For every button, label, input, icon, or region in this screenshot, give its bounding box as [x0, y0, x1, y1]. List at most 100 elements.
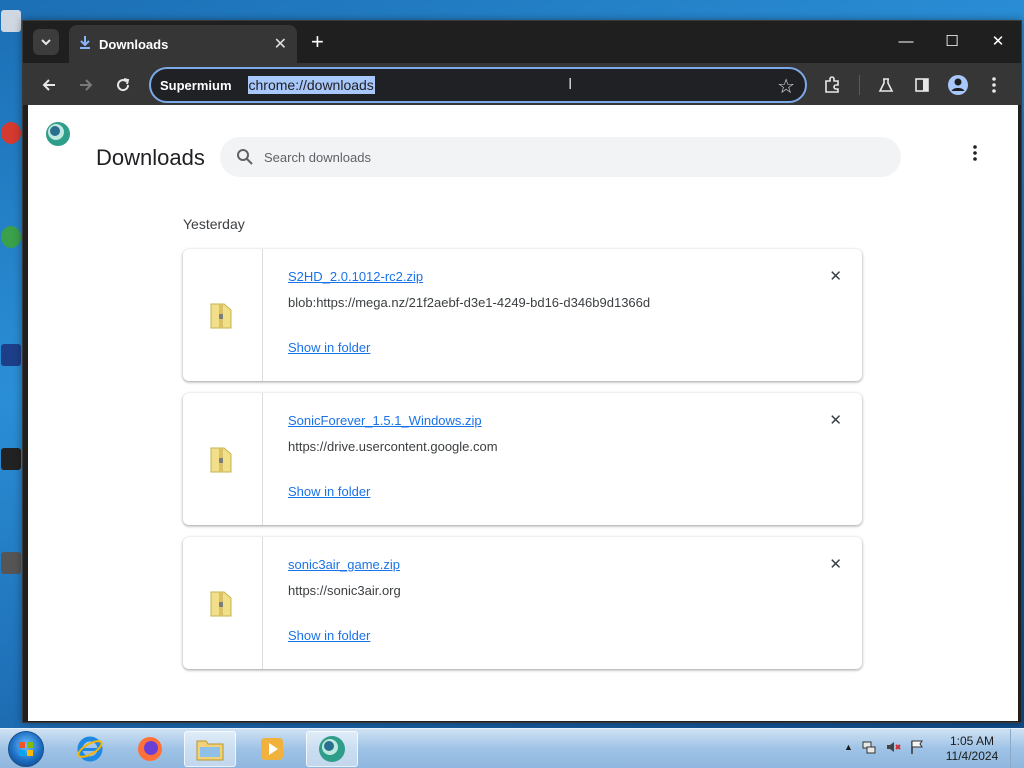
- browser-toolbar: Supermium chrome://downloads I ☆: [23, 63, 1021, 105]
- start-button[interactable]: [8, 731, 44, 767]
- window-controls: — ☐ ✕: [883, 21, 1021, 63]
- forward-button[interactable]: [72, 71, 100, 99]
- zip-folder-icon: [210, 591, 232, 617]
- kebab-menu-icon: [992, 77, 996, 93]
- toolbar-separator: [859, 75, 860, 95]
- puzzle-icon: [825, 76, 839, 93]
- search-bar[interactable]: [220, 137, 901, 177]
- address-bar-url[interactable]: chrome://downloads: [247, 76, 375, 94]
- taskbar-file-explorer[interactable]: [184, 731, 236, 767]
- taskbar-clock[interactable]: 1:05 AM 11/4/2024: [942, 734, 1002, 764]
- desktop-icon-app-gray[interactable]: [0, 552, 22, 574]
- internet-explorer-icon: [77, 736, 103, 762]
- download-file-link[interactable]: SonicForever_1.5.1_Windows.zip: [288, 413, 482, 428]
- close-window-button[interactable]: ✕: [975, 21, 1021, 61]
- download-icon: [79, 35, 91, 54]
- zip-folder-icon: [210, 303, 232, 329]
- windows-logo-icon: [19, 742, 33, 756]
- taskbar-media-player[interactable]: [246, 731, 298, 767]
- maximize-button[interactable]: ☐: [929, 21, 975, 61]
- date-heading: Yesterday: [183, 216, 245, 232]
- tab-search-button[interactable]: [33, 29, 59, 55]
- remove-download-button[interactable]: ✕: [829, 555, 842, 573]
- reload-icon: [117, 78, 130, 92]
- new-tab-button[interactable]: +: [311, 30, 324, 54]
- kebab-menu-icon: [973, 145, 977, 161]
- chevron-down-icon: [41, 39, 51, 46]
- show-in-folder-link[interactable]: Show in folder: [288, 484, 370, 499]
- search-icon: [237, 149, 253, 165]
- forward-arrow-icon: [80, 79, 93, 91]
- volume-muted-icon[interactable]: [885, 739, 901, 755]
- action-center-flag-icon[interactable]: [909, 739, 925, 755]
- supermium-logo-icon: [46, 122, 70, 146]
- taskbar-supermium[interactable]: [306, 731, 358, 767]
- desktop-icon-app-red[interactable]: [0, 122, 22, 144]
- supermium-icon: [319, 736, 345, 762]
- browser-window: Downloads ✕ + — ☐ ✕ Supermium chrome://d…: [22, 20, 1022, 723]
- taskbar-internet-explorer[interactable]: [64, 731, 116, 767]
- side-panel-icon: [915, 78, 929, 92]
- app-gray-icon: [1, 552, 21, 574]
- download-file-link[interactable]: sonic3air_game.zip: [288, 557, 400, 572]
- show-in-folder-link[interactable]: Show in folder: [288, 340, 370, 355]
- page-menu-button[interactable]: [973, 145, 977, 165]
- download-item: SonicForever_1.5.1_Windows.zip https://d…: [183, 393, 862, 525]
- show-in-folder-link[interactable]: Show in folder: [288, 628, 370, 643]
- download-file-link[interactable]: S2HD_2.0.1012-rc2.zip: [288, 269, 423, 284]
- tab-strip: Downloads ✕ + — ☐ ✕: [23, 21, 1021, 63]
- app-green-icon: [1, 226, 21, 248]
- app-blue-icon: [1, 344, 21, 366]
- firefox-icon: [138, 737, 162, 761]
- download-item: S2HD_2.0.1012-rc2.zip blob:https://mega.…: [183, 249, 862, 381]
- tab-close-button[interactable]: ✕: [274, 34, 287, 54]
- file-icon-column: [183, 249, 263, 381]
- avatar-icon: [948, 75, 968, 95]
- folder-icon: [196, 740, 224, 761]
- download-source-url: https://drive.usercontent.google.com: [288, 439, 498, 454]
- reload-button[interactable]: [109, 71, 137, 99]
- zip-folder-icon: [210, 447, 232, 473]
- taskbar-firefox[interactable]: [124, 731, 176, 767]
- downloads-page: Downloads Yesterday S2HD_2.0.1012-rc2.zi…: [28, 105, 1018, 721]
- app-dark-icon: [1, 448, 21, 470]
- back-arrow-icon: [42, 79, 55, 91]
- download-source-url: https://sonic3air.org: [288, 583, 401, 598]
- download-item: sonic3air_game.zip https://sonic3air.org…: [183, 537, 862, 669]
- text-cursor-icon: I: [568, 76, 573, 93]
- file-icon-column: [183, 393, 263, 525]
- search-input[interactable]: [264, 137, 864, 177]
- taskbar: ▲ 1:05 AM 11/4/2024: [0, 728, 1024, 768]
- computer-icon: [1, 10, 21, 32]
- profile-button[interactable]: [944, 71, 972, 99]
- browser-menu-button[interactable]: [980, 71, 1008, 99]
- show-hidden-icons-button[interactable]: ▲: [844, 742, 853, 752]
- network-icon[interactable]: [861, 739, 877, 755]
- desktop-icon-app-dark[interactable]: [0, 448, 22, 470]
- download-source-url: blob:https://mega.nz/21f2aebf-d3e1-4249-…: [288, 295, 651, 310]
- desktop-icon-app-blue[interactable]: [0, 344, 22, 366]
- bookmark-star-icon[interactable]: ☆: [777, 74, 795, 99]
- tab-downloads[interactable]: Downloads ✕: [69, 25, 297, 63]
- remove-download-button[interactable]: ✕: [829, 411, 842, 429]
- desktop-icon-app-green[interactable]: [0, 226, 22, 248]
- minimize-button[interactable]: —: [883, 21, 929, 61]
- back-button[interactable]: [35, 71, 63, 99]
- app-red-icon: [1, 122, 21, 144]
- labs-button[interactable]: [872, 71, 900, 99]
- media-player-icon: [261, 738, 283, 760]
- file-icon-column: [183, 537, 263, 669]
- clock-date: 11/4/2024: [945, 749, 999, 763]
- side-panel-button[interactable]: [908, 71, 936, 99]
- remove-download-button[interactable]: ✕: [829, 267, 842, 285]
- flask-icon: [878, 78, 894, 92]
- clock-time: 1:05 AM: [949, 734, 995, 748]
- omnibox-brand-chip: Supermium: [160, 77, 232, 93]
- desktop-icon-computer[interactable]: [0, 10, 22, 32]
- extensions-button[interactable]: [818, 71, 846, 99]
- tab-title: Downloads: [99, 36, 169, 52]
- downloads-list: S2HD_2.0.1012-rc2.zip blob:https://mega.…: [183, 249, 862, 681]
- show-desktop-button[interactable]: [1010, 729, 1024, 768]
- address-bar[interactable]: Supermium chrome://downloads I ☆: [149, 67, 807, 103]
- page-title: Downloads: [96, 145, 205, 170]
